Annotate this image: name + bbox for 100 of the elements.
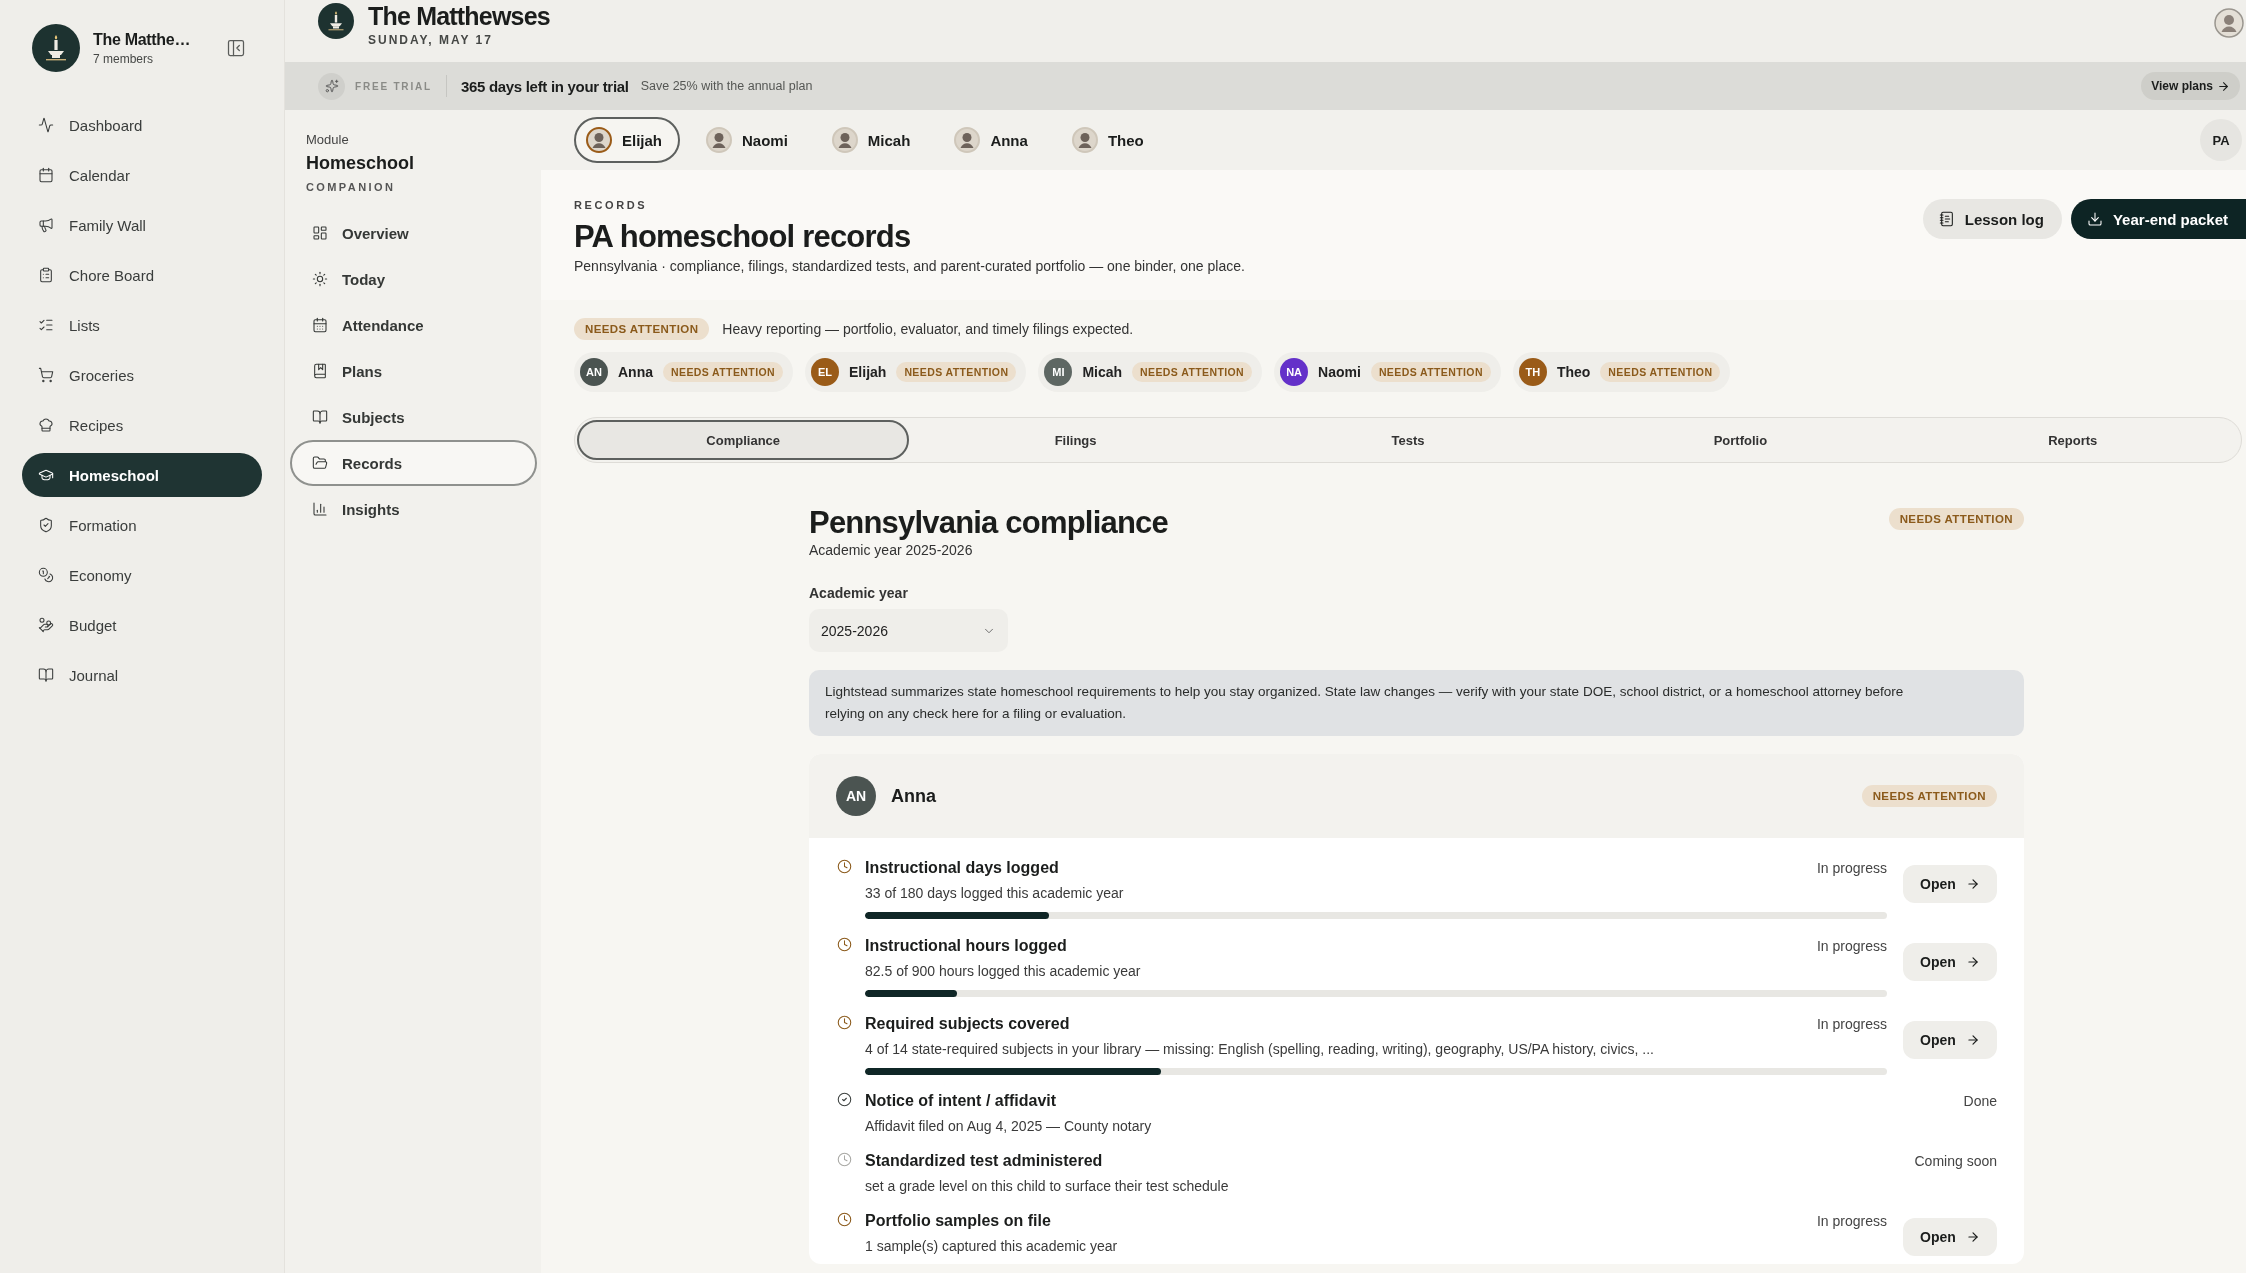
child-tab[interactable]: Elijah: [574, 117, 680, 163]
trial-offer-text: Save 25% with the annual plan: [640, 79, 813, 93]
section-tab[interactable]: Compliance: [577, 420, 910, 460]
child-tab[interactable]: Micah: [819, 117, 929, 163]
arrow-right-icon: [1965, 955, 1980, 969]
cart-icon: [38, 367, 54, 383]
child-name: Theo: [1556, 364, 1591, 380]
checklist-icon: [38, 317, 54, 333]
requirement-detail: 1 sample(s) captured this academic year: [865, 1237, 1119, 1256]
child-tab[interactable]: Anna: [942, 117, 1046, 163]
sidebar-item[interactable]: Formation: [22, 503, 262, 547]
sidebar-item[interactable]: Groceries: [22, 353, 262, 397]
initials-avatar: NA: [1280, 358, 1309, 386]
requirement-detail: 82.5 of 900 hours logged this academic year: [865, 962, 1142, 981]
sidebar-item[interactable]: Homeschool: [22, 453, 262, 497]
clock-icon: [837, 1212, 852, 1227]
compliance-title: Pennsylvania compliance: [809, 505, 1168, 541]
requirement-detail: 4 of 14 state-required subjects in your library — missing: English (spelling, reading, writing), geography, US/PA history, civics, ...: [865, 1040, 1655, 1059]
packet-button[interactable]: Year-end packet: [2070, 199, 2246, 239]
bar-chart-icon: [312, 501, 328, 517]
open-button[interactable]: Open: [1903, 1021, 1997, 1059]
module-nav-item[interactable]: Records: [290, 440, 537, 486]
child-chip[interactable]: NA Naomi NEEDS ATTENTION: [1274, 352, 1501, 392]
child-tab[interactable]: Theo: [1059, 117, 1162, 163]
requirement-status: Coming soon: [1914, 1152, 1997, 1171]
compliance-subtitle: Academic year 2025-2026: [809, 542, 974, 558]
child-chip[interactable]: TH Theo NEEDS ATTENTION: [1512, 352, 1731, 392]
sidebar-item[interactable]: Journal: [22, 653, 262, 697]
module-nav-item[interactable]: Overview: [290, 210, 537, 256]
section-tab[interactable]: Reports: [1906, 420, 2239, 460]
section-tab[interactable]: Portfolio: [1574, 420, 1907, 460]
avatar-icon: [586, 127, 612, 153]
avatar-icon: [1071, 127, 1098, 153]
requirement-detail: set a grade level on this child to surface their test schedule: [865, 1177, 1230, 1196]
module-nav-item[interactable]: Insights: [290, 486, 537, 532]
sidebar-item[interactable]: Lists: [22, 303, 262, 347]
status-badge: NEEDS ATTENTION: [663, 362, 783, 382]
requirement-status: In progress: [1816, 1015, 1887, 1034]
attention-text: Heavy reporting — portfolio, evaluator, and timely filings expected.: [722, 321, 1134, 337]
child-chip[interactable]: MI Micah NEEDS ATTENTION: [1038, 352, 1263, 392]
child-chip[interactable]: AN Anna NEEDS ATTENTION: [574, 352, 793, 392]
sparkle-icon: [318, 72, 345, 100]
year-select[interactable]: 2025-2026: [809, 609, 1008, 652]
arrow-right-icon: [1965, 877, 1980, 891]
initials-avatar[interactable]: PA: [2200, 119, 2242, 161]
arrow-right-icon: [2217, 79, 2230, 93]
requirement-status: In progress: [1816, 937, 1887, 956]
module-nav-item[interactable]: Attendance: [290, 302, 537, 348]
calendar-icon: [38, 167, 54, 183]
arrow-right-icon: [1965, 1033, 1980, 1047]
child-name: Anna: [891, 785, 936, 807]
lesson-log-button[interactable]: Lesson log: [1922, 199, 2062, 239]
trial-label: FREE TRIAL: [355, 80, 432, 92]
open-book-icon: [312, 409, 328, 425]
section-tab[interactable]: Tests: [1241, 420, 1575, 460]
activity-icon: [38, 117, 54, 133]
sidebar-item[interactable]: Family Wall: [22, 203, 262, 247]
sidebar-item[interactable]: Dashboard: [22, 103, 262, 147]
module-nav-item[interactable]: Today: [290, 256, 537, 302]
child-tab[interactable]: Naomi: [694, 117, 806, 163]
clock-icon: [837, 1152, 852, 1167]
bookmark-book-icon: [312, 363, 328, 379]
child-name: Elijah: [849, 364, 887, 380]
sidebar-item[interactable]: Economy: [22, 553, 262, 597]
requirement-status: In progress: [1816, 859, 1887, 878]
folder-icon: [312, 455, 328, 471]
date-label: SUNDAY, MAY 17: [368, 33, 494, 47]
sidebar-item[interactable]: Recipes: [22, 403, 262, 447]
megaphone-icon: [38, 217, 54, 233]
sidebar-item[interactable]: Calendar: [22, 153, 262, 197]
page-title: PA homeschool records: [574, 219, 912, 255]
avatar-icon: [954, 127, 981, 153]
open-button[interactable]: Open: [1903, 865, 1997, 903]
open-button[interactable]: Open: [1903, 943, 1997, 981]
module-subtitle: COMPANION: [305, 181, 397, 193]
child-chip[interactable]: EL Elijah NEEDS ATTENTION: [805, 352, 1027, 392]
child-name: Anna: [618, 364, 653, 380]
hand-coins-icon: [38, 617, 54, 633]
initials-avatar: AN: [836, 776, 876, 816]
collapse-sidebar-icon[interactable]: [226, 38, 246, 58]
sidebar-item[interactable]: Budget: [22, 603, 262, 647]
open-button[interactable]: Open: [1903, 1218, 1997, 1256]
section-tab[interactable]: Filings: [909, 420, 1242, 460]
family-name: The Matthe…: [93, 30, 191, 49]
module-nav-item[interactable]: Plans: [290, 348, 537, 394]
requirement-detail: Affidavit filed on Aug 4, 2025 — County notary: [865, 1117, 1153, 1136]
avatar-icon[interactable]: [2214, 8, 2244, 38]
field-label: Academic year: [809, 585, 909, 601]
module-nav-item[interactable]: Subjects: [290, 394, 537, 440]
view-plans-button[interactable]: View plans: [2141, 72, 2240, 100]
clock-icon: [837, 937, 852, 952]
calendar-icon: [312, 317, 328, 333]
status-badge: NEEDS ATTENTION: [896, 362, 1017, 382]
requirement-title: Instructional hours logged: [865, 936, 1067, 956]
child-name: Micah: [1082, 364, 1123, 380]
clock-icon: [837, 1015, 852, 1030]
sidebar-item[interactable]: Chore Board: [22, 253, 262, 297]
requirement-status: In progress: [1816, 1212, 1887, 1231]
module-title: Homeschool: [305, 153, 416, 174]
graduation-cap-icon: [38, 467, 54, 483]
